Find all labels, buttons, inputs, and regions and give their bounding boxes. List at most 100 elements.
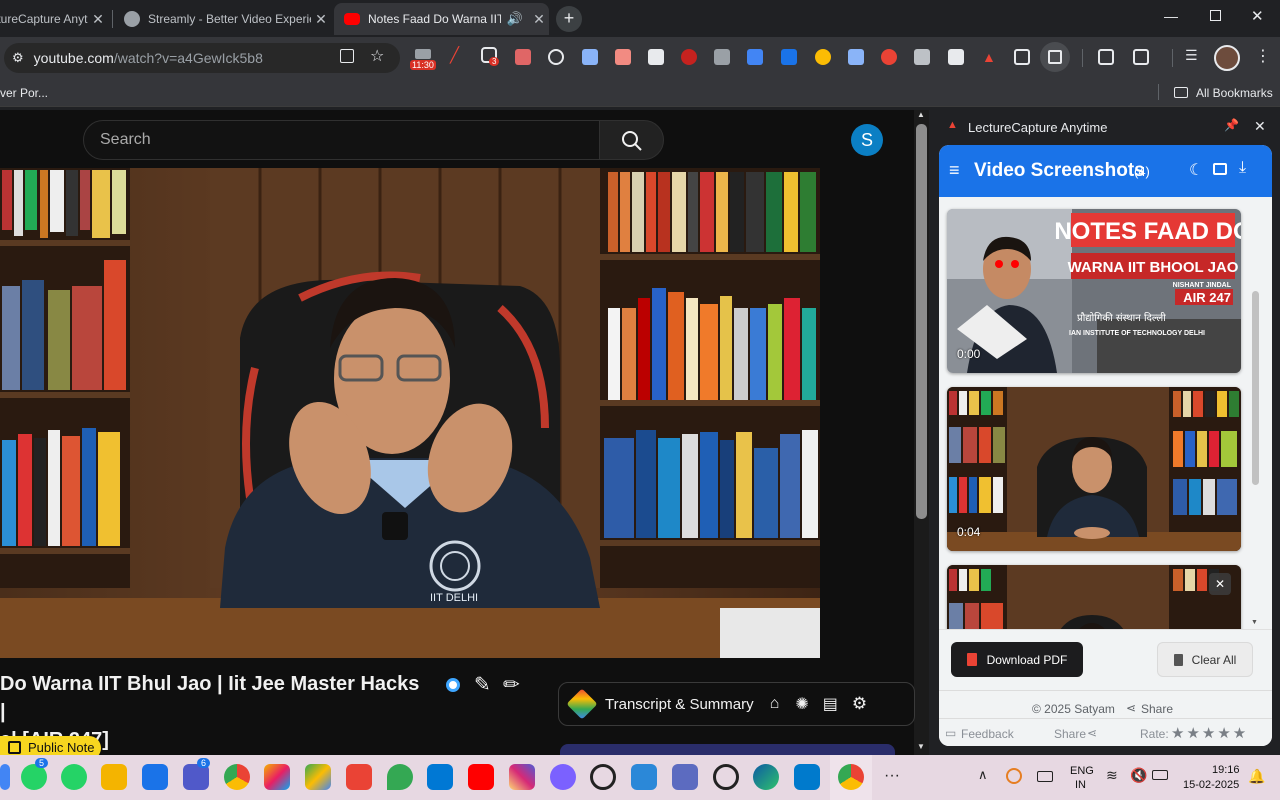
doc-extension-icon[interactable] (582, 49, 598, 65)
chrome-icon[interactable] (224, 764, 250, 790)
app-icon[interactable] (0, 764, 10, 790)
close-icon[interactable]: ✕ (311, 11, 331, 28)
archive-icon[interactable] (1213, 163, 1227, 175)
layout-icon[interactable] (1133, 49, 1149, 65)
pen-extension-icon[interactable]: ╱ (450, 46, 466, 64)
youtube-scrollbar-thumb[interactable] (916, 124, 927, 519)
wifi-icon[interactable]: ≋ (1106, 767, 1118, 784)
app-icon[interactable] (672, 764, 698, 790)
sync-icon[interactable] (1006, 768, 1022, 784)
maximize-icon[interactable] (1210, 10, 1221, 21)
window-close-icon[interactable]: ✕ (1251, 7, 1264, 25)
play-extension-icon[interactable] (948, 49, 964, 65)
store-icon[interactable] (142, 764, 168, 790)
mail-icon[interactable] (427, 764, 453, 790)
maps-icon[interactable] (387, 764, 413, 790)
feedback-link[interactable]: Feedback (961, 727, 1014, 741)
share-link-secondary[interactable]: Share (1054, 727, 1086, 741)
extension-clock[interactable]: 11:30 (410, 45, 436, 71)
speaker-icon[interactable]: 🔊 (507, 11, 523, 27)
flow-extension-icon[interactable] (747, 49, 763, 65)
screen-capture-extension-icon[interactable] (848, 49, 864, 65)
tab-youtube-active[interactable]: Notes Faad Do Warna IIT Bhool Jao 🔊 ✕ (334, 3, 549, 35)
chatgpt-app-icon[interactable] (590, 764, 616, 790)
profile-avatar[interactable] (1214, 45, 1240, 71)
scroll-down-arrow[interactable]: ▼ (1251, 619, 1258, 626)
chatgpt-app-icon[interactable] (713, 764, 739, 790)
mute-icon[interactable]: 🔇 (1130, 767, 1147, 784)
teams-icon[interactable]: 6 (183, 758, 211, 790)
more-apps-icon[interactable]: ··· (884, 767, 900, 785)
scroll-up-arrow[interactable]: ▲ (917, 110, 925, 119)
rating-stars[interactable]: ★★★★★ (1171, 724, 1248, 742)
language-code[interactable]: ENG (1070, 765, 1094, 777)
bookmark-item[interactable]: ver Por... (0, 86, 48, 100)
file-explorer-icon[interactable] (101, 764, 127, 790)
language-region[interactable]: IN (1075, 779, 1086, 791)
open-external-icon[interactable] (340, 49, 354, 63)
camera-extension-icon[interactable] (914, 49, 930, 65)
whatsapp-business-icon[interactable]: 5 (21, 758, 49, 790)
spiral-extension-icon[interactable] (681, 49, 697, 65)
clock-time[interactable]: 19:16 (1212, 764, 1240, 776)
scroll-down-arrow[interactable]: ▼ (917, 742, 925, 751)
pdf-extension-icon[interactable] (615, 49, 631, 65)
emoji-extension-icon[interactable] (815, 49, 831, 65)
chevron-up-icon[interactable]: ∧ (978, 767, 988, 783)
close-icon[interactable]: ✕ (529, 11, 549, 28)
delete-screenshot-icon[interactable]: ✕ (1209, 573, 1231, 595)
gmail-icon[interactable] (346, 764, 372, 790)
site-info-icon[interactable]: ⚙ (12, 50, 24, 66)
clear-all-button[interactable]: Clear All (1157, 642, 1253, 677)
record-dot-icon[interactable] (446, 678, 460, 692)
close-icon[interactable]: ✕ (88, 11, 108, 28)
chatgpt-icon[interactable]: ✺ (795, 694, 808, 714)
brush-icon[interactable]: ✎ (474, 672, 491, 697)
address-bar[interactable]: ⚙ youtube.com/watch?v=a4GewIck5b8 ☆ (4, 43, 400, 73)
moon-icon[interactable]: ☾ (1189, 160, 1203, 180)
download-icon[interactable]: ⤓ (1239, 159, 1246, 177)
transcript-summary-bar[interactable]: Transcript & Summary ⌂ ✺ ▤ ⚙ (558, 682, 915, 726)
lecturecapture-extension-icon[interactable]: ▲ (982, 49, 998, 65)
close-panel-icon[interactable]: ✕ (1254, 118, 1266, 135)
chrome-profile-icon[interactable] (838, 764, 864, 790)
vscode-icon[interactable] (794, 764, 820, 790)
gear-icon[interactable]: ⚙ (852, 694, 867, 714)
arrow-extension-icon[interactable] (781, 49, 797, 65)
robot-icon[interactable]: ⌂ (770, 695, 780, 713)
screen-extension-icon[interactable]: 3 (481, 47, 500, 66)
pencil-icon[interactable]: ✏ (503, 672, 520, 697)
new-tab-button[interactable]: + (556, 6, 582, 32)
menu-dots-icon[interactable]: ⋮ (1255, 46, 1271, 66)
bookmark-star-icon[interactable]: ☆ (370, 46, 384, 66)
all-bookmarks-link[interactable]: All Bookmarks (1196, 86, 1273, 100)
app-icon[interactable] (550, 764, 576, 790)
download-pdf-button[interactable]: Download PDF (951, 642, 1083, 677)
chatgpt-extension-icon[interactable] (548, 49, 564, 65)
youtube-account-avatar[interactable]: S (851, 124, 883, 156)
youtube-search-input[interactable]: Search (83, 120, 600, 160)
copilot-icon[interactable] (264, 764, 290, 790)
keyboard-icon[interactable] (1037, 771, 1053, 782)
screenshot-thumbnail[interactable]: NOTES FAAD DO WARNA IIT BHOOL JAO NISHAN… (947, 209, 1241, 373)
battery-icon[interactable] (1152, 770, 1168, 780)
video-extension-icon[interactable] (515, 49, 531, 65)
print-icon[interactable] (1098, 49, 1114, 65)
share-link[interactable]: Share (1141, 702, 1173, 716)
side-panel-button[interactable] (1040, 42, 1070, 72)
screenshot-thumbnail[interactable]: 0:04 (947, 387, 1241, 551)
tab-lecturecapture[interactable]: LectureCapture Anytime ✕ (0, 3, 108, 35)
instagram-icon[interactable] (509, 764, 535, 790)
video-player[interactable]: IIT DELHI (0, 168, 820, 658)
pin-icon[interactable]: 📌 (1224, 118, 1239, 132)
crx-extension-icon[interactable] (714, 49, 730, 65)
app-icon[interactable] (631, 764, 657, 790)
notification-bell-icon[interactable]: 🔔 (1248, 768, 1265, 785)
record-extension-icon[interactable] (881, 49, 897, 65)
screenshot-thumbnail[interactable]: ✕ (947, 565, 1241, 629)
tab-streamly[interactable]: Streamly - Better Video Experience ✕ (116, 3, 331, 35)
edge-icon[interactable] (753, 764, 779, 790)
minimize-icon[interactable]: — (1164, 8, 1178, 24)
clock-date[interactable]: 15-02-2025 (1183, 779, 1239, 791)
media-queue-icon[interactable]: ☰ (1185, 47, 1201, 63)
